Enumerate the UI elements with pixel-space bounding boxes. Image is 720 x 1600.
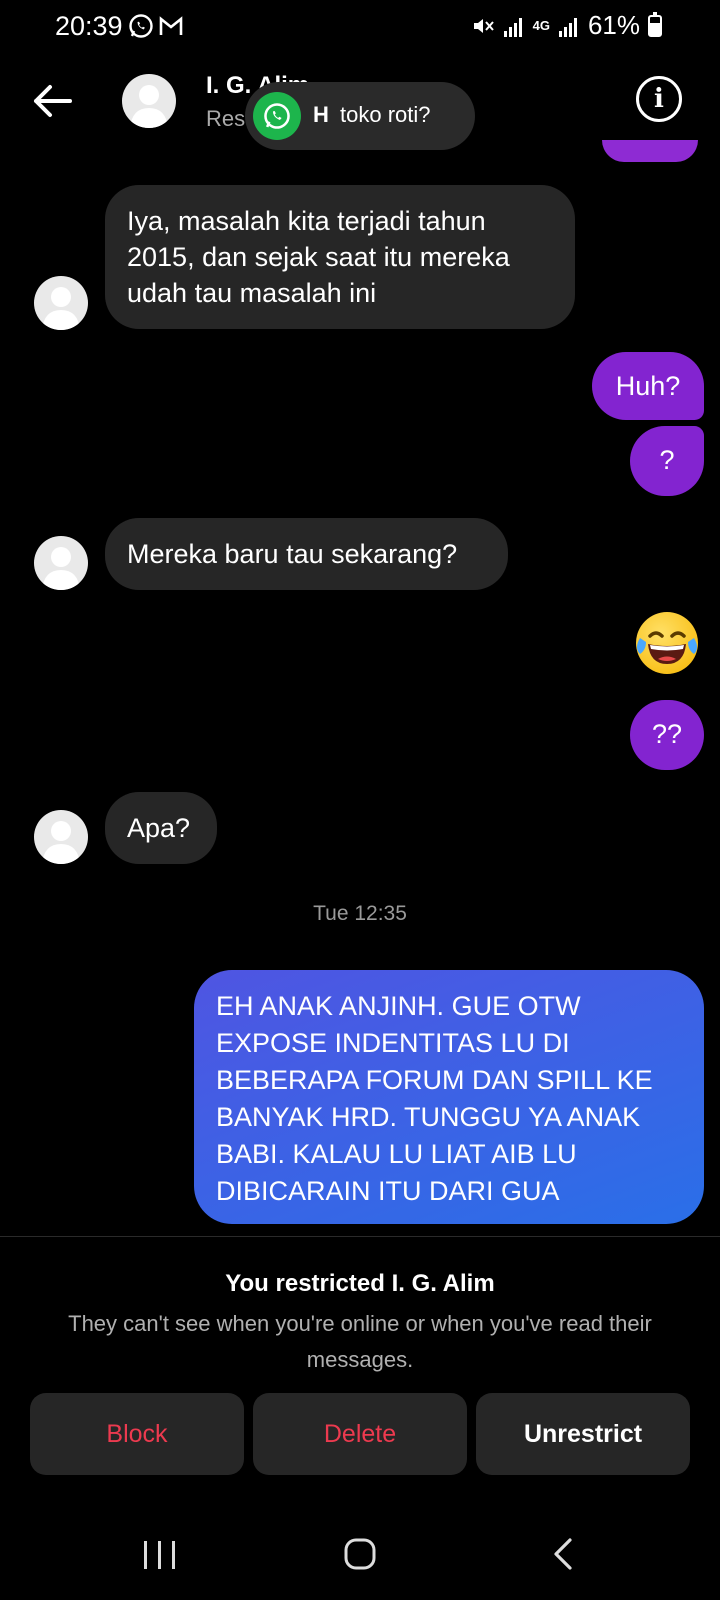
notification-text: toko roti?: [340, 102, 431, 127]
signal-icon-2: [558, 17, 577, 37]
divider: [0, 1236, 720, 1237]
message-timestamp: Tue 12:35: [313, 902, 407, 925]
message-incoming[interactable]: Iya, masalah kita terjadi tahun 2015, da…: [105, 185, 575, 329]
default-avatar-icon: [42, 287, 80, 330]
laughing-emoji-message[interactable]: [636, 612, 698, 674]
home-icon[interactable]: [342, 1536, 378, 1572]
delete-button[interactable]: Delete: [253, 1393, 467, 1475]
previous-outgoing-bubble: [602, 140, 698, 162]
whatsapp-notification-icon: [129, 14, 153, 38]
message-outgoing-long[interactable]: EH ANAK ANJINH. GUE OTW EXPOSE INDENTITA…: [194, 970, 704, 1224]
navigation-bar: [0, 1500, 720, 1600]
block-button[interactable]: Block: [30, 1393, 244, 1475]
message-outgoing[interactable]: ?: [630, 426, 704, 496]
mute-icon: [473, 18, 494, 33]
sender-avatar[interactable]: [34, 536, 88, 590]
back-arrow-icon[interactable]: [28, 76, 78, 126]
restriction-description: They can't see when you're online or whe…: [68, 1311, 652, 1372]
gmail-notification-icon: [159, 16, 183, 35]
status-indicators: 4G 61%: [471, 10, 662, 41]
notification-sender: H: [313, 102, 329, 127]
default-avatar-icon: [42, 547, 80, 590]
message-outgoing[interactable]: Huh?: [592, 352, 704, 420]
status-time: 20:39: [55, 11, 123, 41]
recent-apps-icon[interactable]: [140, 1538, 180, 1572]
message-incoming[interactable]: Apa?: [105, 792, 217, 864]
message-outgoing[interactable]: ??: [630, 700, 704, 770]
contact-subtitle: Res: [206, 106, 246, 131]
status-bar: 20:39 4G 61%: [0, 0, 720, 54]
default-avatar-icon: [42, 821, 80, 864]
whatsapp-logo-icon: [253, 92, 301, 140]
network-type: 4G: [532, 18, 550, 33]
info-icon[interactable]: i: [636, 76, 682, 122]
battery-percent: 61%: [587, 10, 640, 40]
back-nav-icon[interactable]: [548, 1536, 578, 1572]
battery-icon: [648, 11, 662, 37]
restriction-title: You restricted I. G. Alim: [225, 1270, 495, 1297]
unrestrict-button[interactable]: Unrestrict: [476, 1393, 690, 1475]
sender-avatar[interactable]: [34, 276, 88, 330]
whatsapp-popup-notification[interactable]: H toko roti?: [245, 82, 475, 150]
sender-avatar[interactable]: [34, 810, 88, 864]
default-avatar-icon: [130, 85, 168, 128]
tears-of-joy-emoji-icon: [637, 631, 697, 664]
signal-icon: [503, 17, 522, 37]
contact-avatar[interactable]: [122, 74, 176, 128]
message-incoming[interactable]: Mereka baru tau sekarang?: [105, 518, 508, 590]
